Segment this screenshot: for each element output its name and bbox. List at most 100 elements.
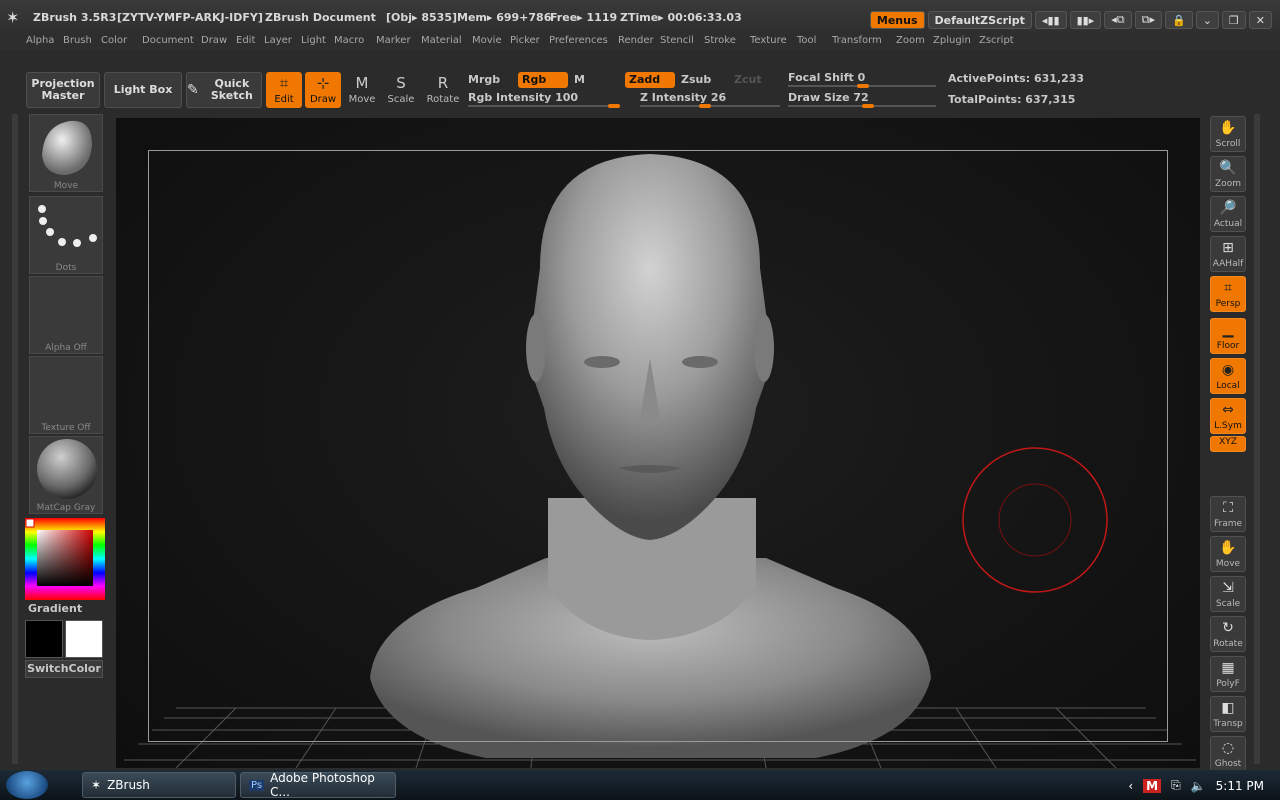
menu-macro[interactable]: Macro bbox=[334, 35, 364, 46]
right-btn-floor[interactable]: ▁ Floor bbox=[1210, 318, 1246, 354]
taskbar-zbrush[interactable]: ✶ ZBrush bbox=[82, 772, 236, 798]
tray-m-icon[interactable]: M bbox=[1143, 778, 1162, 793]
menu-stencil[interactable]: Stencil bbox=[660, 35, 694, 46]
menu-alpha[interactable]: Alpha bbox=[26, 35, 54, 46]
rgb-intensity-knob[interactable] bbox=[608, 104, 620, 108]
right-btn-zoom[interactable]: 🔍 Zoom bbox=[1210, 156, 1246, 192]
right-tray-handle[interactable] bbox=[1254, 114, 1260, 764]
material-thumbnail[interactable]: MatCap Gray bbox=[29, 436, 103, 514]
draw-size-knob[interactable] bbox=[862, 104, 874, 108]
layout-2-icon[interactable]: ⧉▸ bbox=[1134, 11, 1162, 29]
restore-icon[interactable]: ❐ bbox=[1221, 11, 1246, 29]
aahalf-icon: ⊞ bbox=[1222, 240, 1234, 256]
color-picker[interactable] bbox=[25, 518, 105, 600]
tray-clock[interactable]: 5:11 PM bbox=[1216, 779, 1264, 793]
focal-shift-knob[interactable] bbox=[857, 84, 869, 88]
stroke-name: Dots bbox=[55, 263, 77, 273]
right-btn-lsym[interactable]: ⇔ L.Sym bbox=[1210, 398, 1246, 434]
mrgb-toggle[interactable]: Mrgb bbox=[464, 72, 504, 88]
menu-draw[interactable]: Draw bbox=[201, 35, 227, 46]
menu-edit[interactable]: Edit bbox=[236, 35, 255, 46]
right-btn-polyf[interactable]: ▦ PolyF bbox=[1210, 656, 1246, 692]
layout-1-icon[interactable]: ◂⧉ bbox=[1104, 11, 1132, 29]
menu-preferences[interactable]: Preferences bbox=[549, 35, 608, 46]
left-tray-handle[interactable] bbox=[12, 114, 18, 764]
move-button[interactable]: M Move bbox=[344, 72, 380, 108]
menu-color[interactable]: Color bbox=[101, 35, 127, 46]
right-btn-scale[interactable]: ⇲ Scale bbox=[1210, 576, 1246, 612]
taskbar-photoshop-label: Adobe Photoshop C... bbox=[270, 771, 375, 799]
tray-volume-icon[interactable]: 🔈 bbox=[1191, 779, 1206, 793]
right-btn-local[interactable]: ◉ Local bbox=[1210, 358, 1246, 394]
right-btn-ghost[interactable]: ◌ Ghost bbox=[1210, 736, 1246, 772]
menu-light[interactable]: Light bbox=[301, 35, 326, 46]
alpha-thumbnail[interactable]: Alpha Off bbox=[29, 276, 103, 354]
menu-layer[interactable]: Layer bbox=[264, 35, 292, 46]
switch-color-button[interactable]: SwitchColor bbox=[25, 660, 103, 678]
z-intensity-knob[interactable] bbox=[699, 104, 711, 108]
draw-button[interactable]: ⊹ Draw bbox=[305, 72, 341, 108]
minimize-icon[interactable]: ⌄ bbox=[1195, 11, 1219, 29]
system-tray: ‹ M ⎘ 🔈 5:11 PM bbox=[1128, 778, 1264, 793]
m-toggle[interactable]: M bbox=[570, 72, 589, 88]
primary-color-swatch[interactable] bbox=[25, 620, 63, 658]
menu-picker[interactable]: Picker bbox=[510, 35, 540, 46]
edit-button[interactable]: ⌗ Edit bbox=[266, 72, 302, 108]
rgb-intensity-slider[interactable]: Rgb Intensity 100 bbox=[468, 91, 578, 104]
menu-movie[interactable]: Movie bbox=[472, 35, 502, 46]
draw-size-slider[interactable]: Draw Size 72 bbox=[788, 91, 869, 104]
default-zscript-button[interactable]: DefaultZScript bbox=[927, 11, 1032, 29]
menu-zoom[interactable]: Zoom bbox=[896, 35, 925, 46]
zsub-toggle[interactable]: Zsub bbox=[677, 72, 715, 88]
light-box-button[interactable]: Light Box bbox=[104, 72, 182, 108]
taskbar-photoshop[interactable]: Ps Adobe Photoshop C... bbox=[240, 771, 396, 799]
rgb-toggle[interactable]: Rgb bbox=[518, 72, 568, 88]
right-btn-xyz[interactable]: XYZ bbox=[1210, 436, 1246, 452]
right-btn-actual[interactable]: 🔎 Actual bbox=[1210, 196, 1246, 232]
right-btn-scroll[interactable]: ✋ Scroll bbox=[1210, 116, 1246, 152]
tray-chevron-icon[interactable]: ‹ bbox=[1128, 779, 1133, 793]
document-title: ZBrush Document bbox=[265, 11, 376, 24]
menu-marker[interactable]: Marker bbox=[376, 35, 411, 46]
scale-button[interactable]: S Scale bbox=[383, 72, 419, 108]
right-btn-persp[interactable]: ⌗ Persp bbox=[1210, 276, 1246, 312]
menu-zplugin[interactable]: Zplugin bbox=[933, 35, 971, 46]
quick-sketch-button[interactable]: ✎ Quick Sketch bbox=[186, 72, 262, 108]
slider-left-icon[interactable]: ◂▮▮ bbox=[1034, 11, 1067, 29]
stroke-thumbnail[interactable]: Dots bbox=[29, 196, 103, 274]
menu-tool[interactable]: Tool bbox=[797, 35, 816, 46]
zcut-toggle[interactable]: Zcut bbox=[730, 72, 766, 88]
zadd-toggle[interactable]: Zadd bbox=[625, 72, 675, 88]
right-btn-move[interactable]: ✋ Move bbox=[1210, 536, 1246, 572]
menu-brush[interactable]: Brush bbox=[63, 35, 92, 46]
right-btn-aahalf[interactable]: ⊞ AAHalf bbox=[1210, 236, 1246, 272]
lock-icon[interactable]: 🔒 bbox=[1164, 11, 1193, 29]
gradient-toggle[interactable]: Gradient bbox=[28, 602, 82, 615]
start-button-icon[interactable] bbox=[6, 771, 48, 799]
focal-shift-slider[interactable]: Focal Shift 0 bbox=[788, 71, 865, 84]
edit-label: Edit bbox=[274, 94, 294, 105]
secondary-color-swatch[interactable] bbox=[65, 620, 103, 658]
rotate-button[interactable]: R Rotate bbox=[425, 72, 461, 108]
right-btn-rotate[interactable]: ↻ Rotate bbox=[1210, 616, 1246, 652]
menu-render[interactable]: Render bbox=[618, 35, 654, 46]
menu-stroke[interactable]: Stroke bbox=[704, 35, 736, 46]
menus-button[interactable]: Menus bbox=[869, 11, 925, 29]
right-btn-frame[interactable]: ⛶ Frame bbox=[1210, 496, 1246, 532]
menu-transform[interactable]: Transform bbox=[832, 35, 882, 46]
right-btn-transp[interactable]: ◧ Transp bbox=[1210, 696, 1246, 732]
rgb-intensity-track[interactable] bbox=[468, 105, 620, 107]
brush-thumbnail[interactable]: Move bbox=[29, 114, 103, 192]
close-icon[interactable]: ✕ bbox=[1248, 11, 1272, 29]
tray-network-icon[interactable]: ⎘ bbox=[1171, 778, 1181, 793]
projection-master-button[interactable]: Projection Master bbox=[26, 72, 100, 108]
menu-document[interactable]: Document bbox=[142, 35, 194, 46]
menu-texture[interactable]: Texture bbox=[750, 35, 787, 46]
menu-material[interactable]: Material bbox=[421, 35, 462, 46]
z-intensity-slider[interactable]: Z Intensity 26 bbox=[640, 91, 726, 104]
slider-right-icon[interactable]: ▮▮▸ bbox=[1069, 11, 1102, 29]
menu-zscript[interactable]: Zscript bbox=[979, 35, 1014, 46]
free-memory: Free▸ 1119 bbox=[550, 11, 618, 24]
texture-thumbnail[interactable]: Texture Off bbox=[29, 356, 103, 434]
right-btn-label: Scroll bbox=[1215, 139, 1241, 149]
